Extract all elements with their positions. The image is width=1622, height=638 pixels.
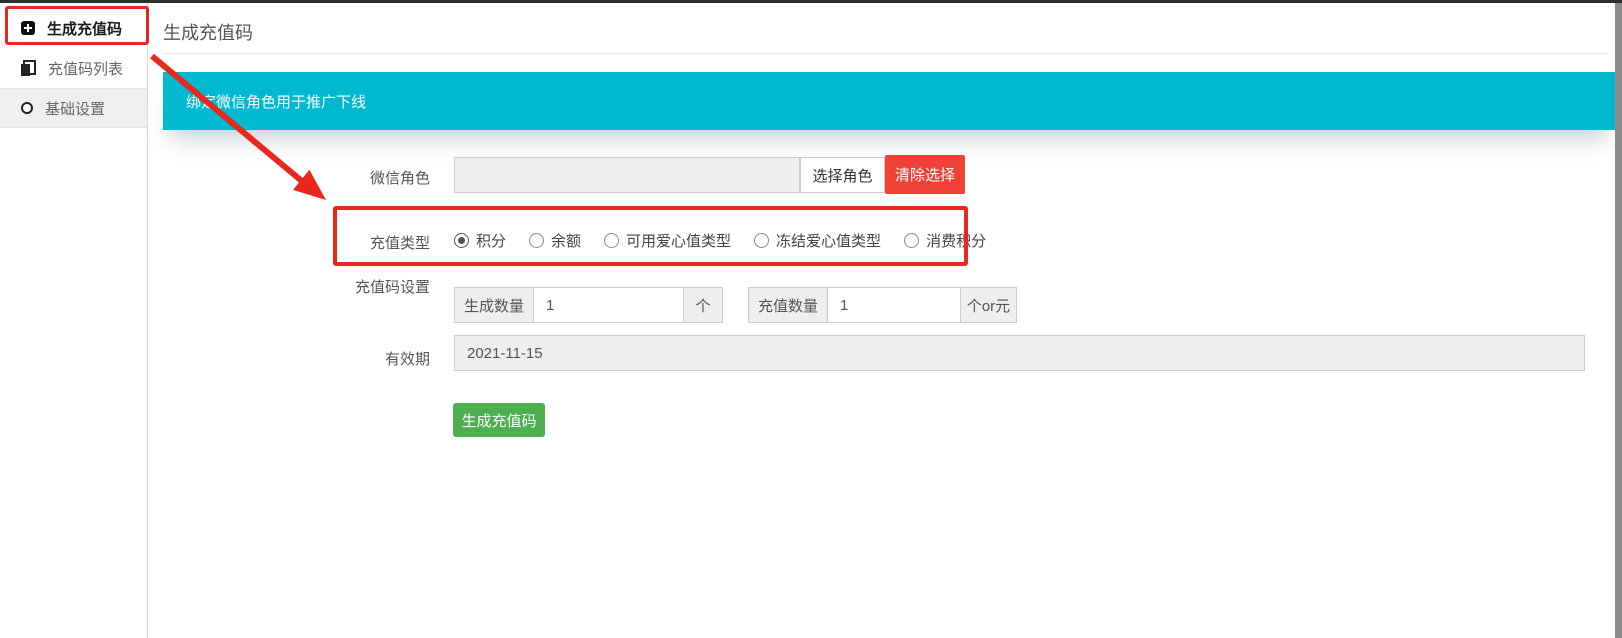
annotation-box-recharge-type [333, 206, 968, 266]
sidebar-item-label: 基础设置 [45, 98, 105, 119]
generate-qty-prefix: 生成数量 [454, 287, 534, 323]
generate-qty-suffix: 个 [683, 287, 723, 323]
generate-code-button[interactable]: 生成充值码 [453, 403, 545, 437]
select-role-button[interactable]: 选择角色 [800, 157, 885, 193]
recharge-qty-prefix: 充值数量 [748, 287, 828, 323]
panel-heading-text: 绑定微信角色用于推广下线 [186, 91, 366, 112]
sidebar-item-code-list[interactable]: 充值码列表 [0, 48, 147, 88]
sidebar-item-label: 充值码列表 [48, 58, 123, 79]
annotation-box-sidebar-item [5, 6, 149, 45]
copy-icon [21, 60, 36, 76]
circle-icon [21, 102, 33, 114]
main-content: 生成充值码 绑定微信角色用于推广下线 微信角色 选择角色 清除选择 充值类型 积… [149, 3, 1615, 638]
window-top-edge [0, 0, 1622, 3]
recharge-qty-suffix: 个or元 [960, 287, 1017, 323]
wechat-role-label: 微信角色 [299, 167, 430, 188]
validity-label: 有效期 [299, 348, 430, 369]
recharge-qty-input[interactable] [827, 287, 961, 323]
wechat-role-input[interactable] [454, 157, 800, 193]
sidebar-item-basic-settings[interactable]: 基础设置 [0, 88, 147, 128]
clear-selection-button[interactable]: 清除选择 [885, 155, 965, 194]
page: 生成充值码 充值码列表 基础设置 生成充值码 绑定微信角色用于推广下线 微信角色… [0, 0, 1622, 638]
vertical-scrollbar[interactable] [1615, 3, 1622, 638]
title-divider [163, 53, 1609, 54]
code-settings-label: 充值码设置 [299, 276, 430, 297]
generate-qty-input[interactable] [533, 287, 684, 323]
panel-heading-banner: 绑定微信角色用于推广下线 [163, 72, 1615, 130]
sidebar: 生成充值码 充值码列表 基础设置 [0, 3, 148, 638]
validity-date-input[interactable] [454, 335, 1585, 371]
page-title: 生成充值码 [163, 19, 253, 45]
